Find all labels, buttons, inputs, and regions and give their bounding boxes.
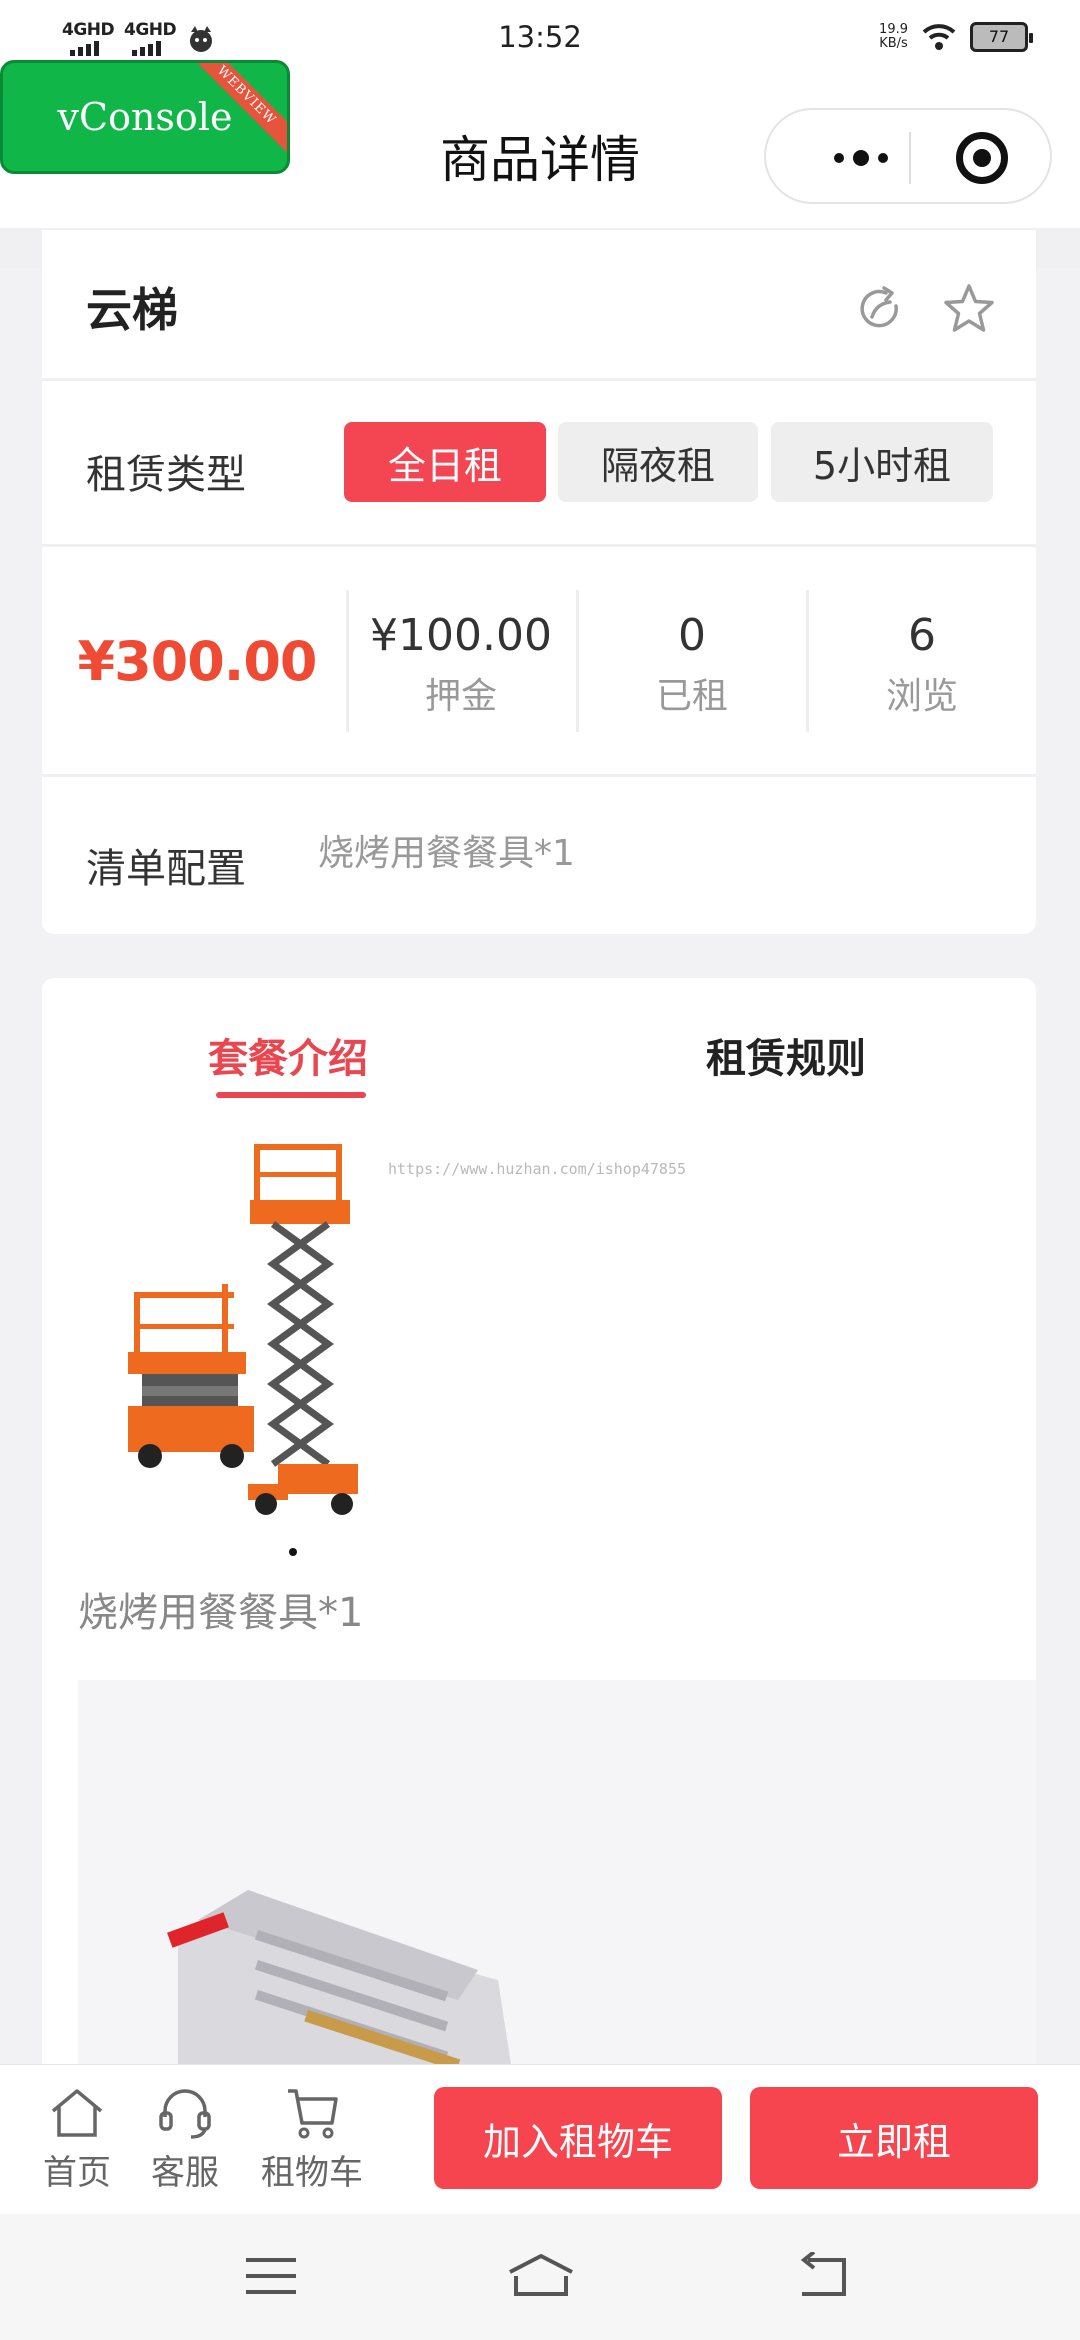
stat-rented: 0 已租 <box>579 610 805 719</box>
stat-value: 6 <box>908 610 936 661</box>
menu-icon[interactable] <box>244 2254 298 2298</box>
nav-home-label: 首页 <box>43 2153 111 2193</box>
stat-deposit: ¥100.00 押金 <box>348 610 574 719</box>
nav-cart[interactable]: 租物车 <box>256 2085 368 2194</box>
stat-value: ¥100.00 <box>370 610 552 661</box>
rent-type-overnight[interactable]: 隔夜租 <box>558 422 758 502</box>
detail-card: 套餐介绍 租赁规则 https://www.huzhan.com/ishop47… <box>42 978 1036 2098</box>
close-miniprogram-icon[interactable] <box>956 132 1008 184</box>
rent-type-5-hour[interactable]: 5小时租 <box>771 422 993 502</box>
more-icon[interactable] <box>806 140 916 176</box>
net-speed: 19.9 KB/s <box>879 23 908 51</box>
cart-icon <box>288 2089 338 2139</box>
battery-icon: 77 <box>970 22 1033 52</box>
divider <box>42 774 1036 777</box>
add-to-cart-button[interactable]: 加入租物车 <box>434 2087 722 2189</box>
watermark-text: https://www.huzhan.com/ishop47855 <box>388 1160 687 1178</box>
miniprogram-capsule <box>764 108 1052 204</box>
tab-package-intro[interactable]: 套餐介绍 <box>208 1026 368 1084</box>
stat-label: 押金 <box>424 676 497 717</box>
home-nav-icon[interactable] <box>506 2252 576 2300</box>
scissor-lift-image <box>128 1144 358 1515</box>
vconsole-label: vConsole <box>57 95 233 139</box>
net-speed-value: 19.9 <box>879 22 908 37</box>
active-tab-indicator <box>216 1092 366 1098</box>
back-nav-icon[interactable] <box>794 2252 850 2300</box>
stat-label: 浏览 <box>885 676 958 717</box>
status-right: 19.9 KB/s 77 <box>879 22 1033 52</box>
headset-icon <box>159 2089 211 2139</box>
product-info-card: 云梯 租赁类型 全日租 隔夜租 5小时租 ¥300.00 ¥100.00 押金 … <box>42 230 1036 934</box>
capsule-divider <box>909 132 911 184</box>
net-speed-unit: KB/s <box>879 36 908 51</box>
bottom-action-bar: 首页 客服 租物车 加入租物车 立即租 <box>0 2064 1080 2214</box>
tab-rental-rules[interactable]: 租赁规则 <box>706 1026 866 1084</box>
home-icon <box>51 2089 103 2137</box>
rent-type-label: 租赁类型 <box>86 452 246 498</box>
package-description: 烧烤用餐餐具*1 <box>78 1590 364 1636</box>
nav-service[interactable]: 客服 <box>130 2085 240 2194</box>
list-config-label: 清单配置 <box>86 846 246 892</box>
rent-price: ¥300.00 <box>77 630 318 693</box>
nav-service-label: 客服 <box>151 2153 219 2193</box>
favorite-star-icon[interactable] <box>942 282 996 336</box>
stat-label: 已租 <box>655 676 728 717</box>
product-name: 云梯 <box>86 283 178 337</box>
wifi-icon <box>922 24 956 50</box>
nav-cart-label: 租物车 <box>261 2153 363 2193</box>
list-config-value: 烧烤用餐餐具*1 <box>318 833 575 874</box>
stat-views: 6 浏览 <box>809 610 1035 719</box>
divider <box>42 544 1036 547</box>
rent-now-button[interactable]: 立即租 <box>750 2087 1038 2189</box>
stat-value: 0 <box>678 610 706 661</box>
ladder-illustration <box>167 1890 517 2098</box>
image-bullet <box>289 1548 297 1556</box>
nav-home[interactable]: 首页 <box>22 2085 132 2194</box>
divider <box>42 378 1036 381</box>
vconsole-button[interactable]: vConsole WEBVIEW <box>0 60 290 174</box>
page: 4GHD 4GHD 13:52 19.9 KB/s 77 商品详情 vConso… <box>0 0 1080 2340</box>
system-nav-bar <box>0 2214 1080 2340</box>
ladder-image <box>78 1680 1036 2098</box>
rent-type-full-day[interactable]: 全日租 <box>344 422 546 502</box>
share-icon[interactable] <box>856 284 906 334</box>
